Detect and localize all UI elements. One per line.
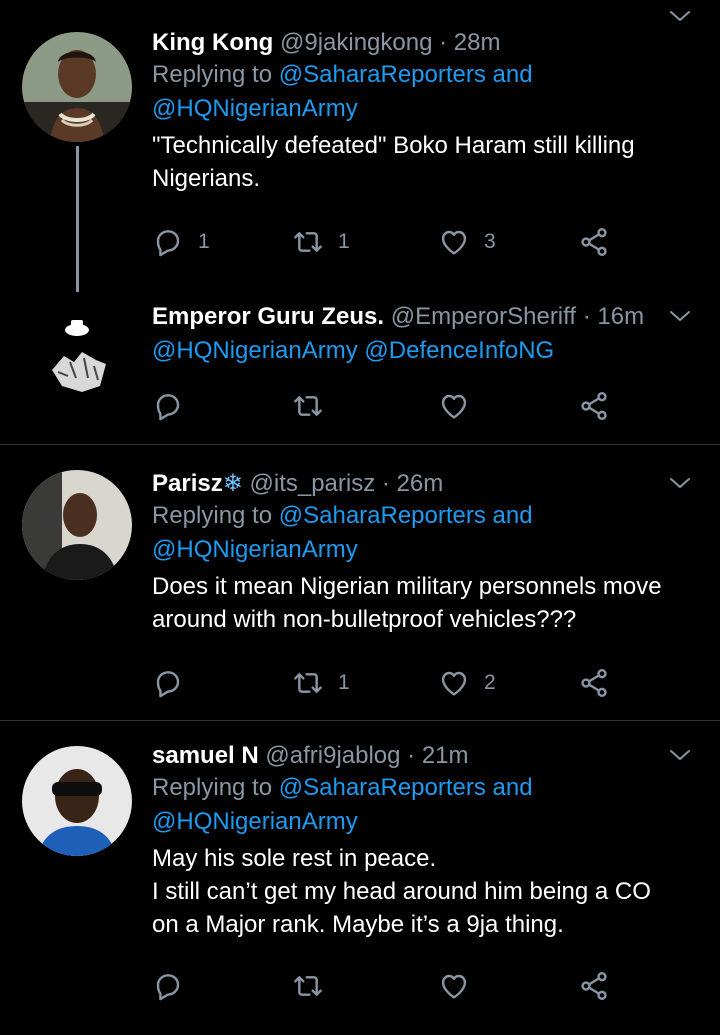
like-button[interactable]	[438, 966, 484, 1006]
replying-to: Replying to @SaharaReporters and @HQNige…	[152, 61, 533, 122]
share-icon	[578, 390, 610, 422]
mention-link[interactable]: @HQNigerianArmy	[152, 536, 358, 563]
handle[interactable]: @its_parisz	[250, 470, 376, 497]
share-button[interactable]	[578, 222, 610, 262]
timestamp[interactable]: · 16m	[583, 303, 644, 330]
like-icon	[438, 390, 470, 422]
reply-icon	[152, 390, 184, 422]
like-icon	[438, 970, 470, 1002]
like-icon	[438, 226, 470, 258]
tweet-header: King Kong @9jakingkong · 28m	[152, 28, 700, 58]
replying-to: Replying to @SaharaReporters and @HQNige…	[152, 774, 533, 835]
retweet-icon	[292, 390, 324, 422]
retweet-button[interactable]: 1	[292, 663, 350, 703]
chevron-down-icon[interactable]	[668, 304, 692, 328]
display-name[interactable]: Parisz	[152, 470, 223, 497]
like-count: 2	[484, 671, 496, 694]
reply-button[interactable]	[152, 386, 198, 426]
tweet-actions: 1 2	[152, 663, 632, 703]
mention-link[interactable]: @HQNigerianArmy	[152, 808, 358, 835]
handle[interactable]: @9jakingkong	[280, 29, 432, 56]
tweet-actions	[152, 966, 632, 1006]
retweet-button[interactable]	[292, 386, 338, 426]
timestamp[interactable]: · 28m	[439, 29, 500, 56]
reply-icon	[152, 667, 184, 699]
tweet-actions: 1 1 3	[152, 222, 632, 262]
replying-to: Replying to @SaharaReporters and @HQNige…	[152, 502, 533, 563]
share-button[interactable]	[578, 663, 610, 703]
retweet-button[interactable]: 1	[292, 222, 350, 262]
snowflake-emoji: ❄	[222, 470, 243, 497]
mention-link[interactable]: @SaharaReporters and	[279, 502, 533, 529]
like-button[interactable]: 2	[438, 663, 496, 703]
share-icon	[578, 970, 610, 1002]
avatar[interactable]	[22, 300, 132, 410]
retweet-count: 1	[338, 671, 350, 694]
display-name[interactable]: Emperor Guru Zeus.	[152, 303, 384, 330]
timestamp[interactable]: · 26m	[382, 470, 443, 497]
tweet-actions	[152, 386, 632, 426]
retweet-button[interactable]	[292, 966, 338, 1006]
chevron-down-icon[interactable]	[668, 743, 692, 767]
like-count: 3	[484, 230, 496, 253]
tweet-header: samuel N @afri9jablog · 21m	[152, 741, 700, 771]
share-button[interactable]	[578, 386, 610, 426]
reply-button[interactable]	[152, 663, 198, 703]
tweet-text: "Technically defeated" Boko Haram still …	[152, 132, 635, 192]
chevron-down-icon[interactable]	[668, 471, 692, 495]
share-icon	[578, 667, 610, 699]
share-button[interactable]	[578, 966, 610, 1006]
retweet-icon	[292, 667, 324, 699]
handle[interactable]: @EmperorSheriff	[391, 303, 576, 330]
avatar[interactable]	[22, 746, 132, 856]
mention-link[interactable]: @SaharaReporters and	[279, 61, 533, 88]
tweet-text: @HQNigerianArmy @DefenceInfoNG	[152, 334, 700, 368]
reply-button[interactable]	[152, 966, 198, 1006]
tweet[interactable]: Parisz❄ @its_parisz · 26m Replying to @S…	[0, 445, 720, 720]
tweet-header: Emperor Guru Zeus. @EmperorSheriff · 16m	[152, 302, 700, 332]
reply-button[interactable]: 1	[152, 222, 210, 262]
handle[interactable]: @afri9jablog	[265, 742, 400, 769]
avatar[interactable]	[22, 470, 132, 580]
display-name[interactable]: samuel N	[152, 742, 259, 769]
tweet[interactable]: Emperor Guru Zeus. @EmperorSheriff · 16m…	[0, 290, 720, 444]
reply-icon	[152, 970, 184, 1002]
timestamp[interactable]: · 21m	[407, 742, 468, 769]
like-button[interactable]	[438, 386, 484, 426]
tweet-text: May his sole rest in peace. I still can’…	[152, 845, 651, 938]
retweet-icon	[292, 970, 324, 1002]
reply-count: 1	[198, 230, 210, 253]
share-icon	[578, 226, 610, 258]
like-icon	[438, 667, 470, 699]
tweet[interactable]: samuel N @afri9jablog · 21m Replying to …	[0, 721, 720, 1031]
retweet-count: 1	[338, 230, 350, 253]
avatar[interactable]	[22, 32, 132, 142]
tweet-text: Does it mean Nigerian military personnel…	[152, 573, 662, 633]
mention-link[interactable]: @SaharaReporters and	[279, 774, 533, 801]
like-button[interactable]: 3	[438, 222, 496, 262]
display-name[interactable]: King Kong	[152, 29, 273, 56]
retweet-icon	[292, 226, 324, 258]
tweet-header: Parisz❄ @its_parisz · 26m	[152, 469, 700, 499]
mention-link[interactable]: @HQNigerianArmy	[152, 95, 358, 122]
mention-link[interactable]: @HQNigerianArmy @DefenceInfoNG	[152, 337, 554, 364]
reply-icon	[152, 226, 184, 258]
chevron-down-icon[interactable]	[668, 4, 692, 28]
tweet[interactable]: King Kong @9jakingkong · 28m Replying to…	[0, 0, 720, 292]
